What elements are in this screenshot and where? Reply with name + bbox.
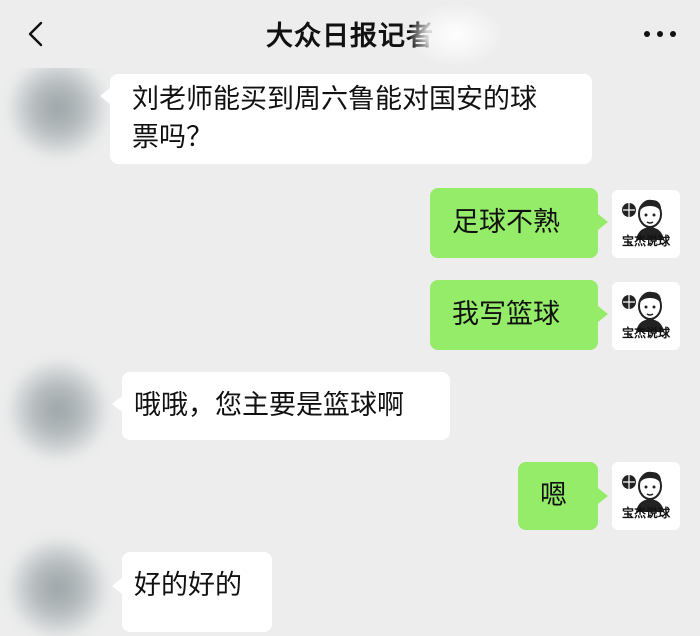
cartoon-man-basketball-icon: 宝杰说球 xyxy=(622,471,671,520)
message-bubble-received[interactable]: 哦哦，您主要是篮球啊 xyxy=(122,372,450,440)
message-text: 好的好的 xyxy=(134,570,242,601)
redaction-blur xyxy=(410,4,502,66)
cartoon-man-basketball-icon: 宝杰说球 xyxy=(622,291,671,340)
bubble-tail xyxy=(112,578,122,594)
more-button[interactable] xyxy=(638,16,682,52)
svg-text:宝杰说球: 宝杰说球 xyxy=(622,505,671,520)
message-bubble-sent[interactable]: 嗯 xyxy=(518,462,598,530)
bubble-tail xyxy=(598,214,608,230)
message-bubble-sent[interactable]: 我写篮球 xyxy=(430,280,598,350)
contact-avatar[interactable] xyxy=(10,60,106,156)
message-bubble-sent[interactable]: 足球不熟 xyxy=(430,188,598,258)
chat-messages: 刘老师能买到周六鲁能对国安的球 票吗？ 足球不熟 宝杰说球 我写篮球 宝杰说球 … xyxy=(0,0,700,636)
chat-title: 大众日报记者 xyxy=(266,21,434,52)
more-dots-icon xyxy=(644,31,676,37)
message-bubble-received[interactable]: 刘老师能买到周六鲁能对国安的球 票吗？ xyxy=(110,74,592,164)
my-avatar[interactable]: 宝杰说球 xyxy=(612,282,680,350)
bubble-tail xyxy=(598,488,608,504)
message-bubble-received[interactable]: 好的好的 xyxy=(122,552,272,632)
my-avatar[interactable]: 宝杰说球 xyxy=(612,462,680,530)
svg-text:宝杰说球: 宝杰说球 xyxy=(622,325,671,340)
bubble-tail xyxy=(112,396,122,412)
chat-header: 大众日报记者 xyxy=(0,0,700,68)
message-text: 刘老师能买到周六鲁能对国安的球 xyxy=(132,84,537,115)
message-text: 嗯 xyxy=(540,480,567,511)
message-text: 哦哦，您主要是篮球啊 xyxy=(134,390,404,421)
message-text: 我写篮球 xyxy=(452,299,560,330)
svg-text:宝杰说球: 宝杰说球 xyxy=(622,233,671,248)
message-text: 足球不熟 xyxy=(452,207,560,238)
cartoon-man-basketball-icon: 宝杰说球 xyxy=(622,199,671,248)
contact-avatar[interactable] xyxy=(10,362,106,458)
message-text: 票吗？ xyxy=(132,122,213,153)
my-avatar[interactable]: 宝杰说球 xyxy=(612,190,680,258)
bubble-tail xyxy=(100,88,110,104)
contact-avatar[interactable] xyxy=(10,540,106,636)
bubble-tail xyxy=(598,306,608,322)
